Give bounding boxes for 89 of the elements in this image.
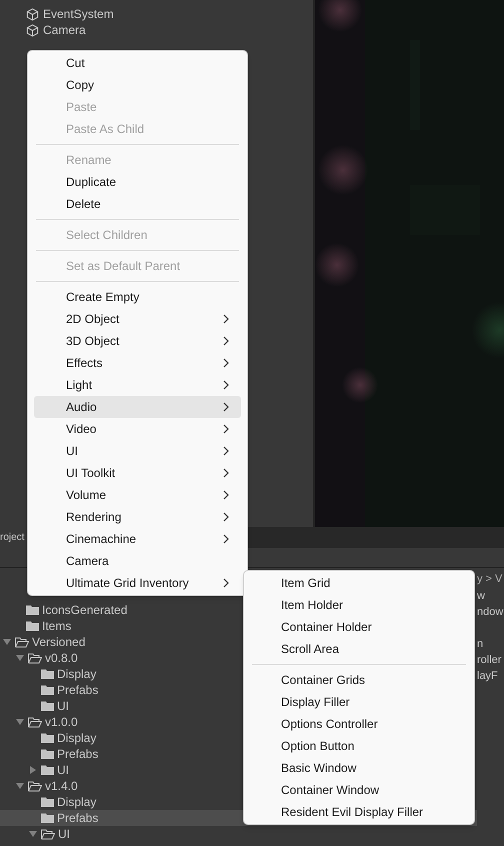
chevron-right-icon	[223, 424, 229, 434]
asset-label[interactable]: roller	[477, 652, 504, 668]
menu-item[interactable]: Cinemachine	[34, 528, 241, 550]
menu-item[interactable]: Ultimate Grid Inventory	[34, 572, 241, 594]
menu-item[interactable]: Light	[34, 374, 241, 396]
chevron-right-icon	[223, 380, 229, 390]
menu-item[interactable]: Delete	[34, 193, 241, 215]
hierarchy-row[interactable]: Camera	[0, 22, 313, 38]
folder-label: UI	[57, 698, 69, 715]
menu-item[interactable]: Container Window	[250, 779, 468, 801]
expanded-arrow-icon[interactable]	[16, 654, 24, 662]
expanded-arrow-icon[interactable]	[3, 638, 11, 646]
menu-item[interactable]: Cut	[34, 52, 241, 74]
breadcrumb: y > V	[477, 572, 504, 587]
chevron-right-icon	[223, 336, 229, 346]
folder-icon	[41, 669, 54, 679]
asset-label[interactable]: w	[477, 588, 504, 604]
object-label: EventSystem	[43, 6, 114, 23]
menu-item[interactable]: Camera	[34, 550, 241, 572]
open-folder-icon	[28, 652, 42, 664]
chevron-right-icon	[223, 512, 229, 522]
cube-icon	[26, 8, 39, 20]
chevron-right-icon	[223, 446, 229, 456]
folder-label: v1.0.0	[45, 714, 78, 731]
menu-item[interactable]: Copy	[34, 74, 241, 96]
menu-item[interactable]: Volume	[34, 484, 241, 506]
open-folder-icon	[28, 716, 42, 728]
menu-item[interactable]: Scroll Area	[250, 638, 468, 660]
expanded-arrow-icon[interactable]	[29, 830, 37, 838]
folder-icon	[41, 685, 54, 695]
cube-icon	[26, 24, 39, 36]
menu-item[interactable]: Rendering	[34, 506, 241, 528]
open-folder-icon	[15, 636, 29, 648]
folder-label: Prefabs	[57, 810, 98, 827]
menu-item[interactable]: Container Holder	[250, 616, 468, 638]
folder-label: UI	[57, 762, 69, 779]
folder-icon	[26, 621, 39, 631]
folder-icon	[41, 701, 54, 711]
folder-label: Prefabs	[57, 682, 98, 699]
chevron-right-icon	[223, 490, 229, 500]
chevron-right-icon	[223, 468, 229, 478]
menu-item[interactable]: Video	[34, 418, 241, 440]
folder-icon	[41, 797, 54, 807]
folder-icon	[41, 813, 54, 823]
menu-item[interactable]: Option Button	[250, 735, 468, 757]
menu-item[interactable]: Options Controller	[250, 713, 468, 735]
folder-label: Display	[57, 666, 96, 683]
hierarchy-row[interactable]: EventSystem	[0, 6, 313, 22]
folder-icon	[26, 605, 39, 615]
folder-icon	[41, 733, 54, 743]
asset-label[interactable]: ndow	[477, 604, 504, 620]
menu-item[interactable]: Item Holder	[250, 594, 468, 616]
menu-item[interactable]: Create Empty	[34, 286, 241, 308]
menu-item[interactable]: UI	[34, 440, 241, 462]
menu-item[interactable]: 2D Object	[34, 308, 241, 330]
folder-label: IconsGenerated	[42, 602, 128, 619]
expanded-arrow-icon[interactable]	[16, 718, 24, 726]
menu-item[interactable]: 3D Object	[34, 330, 241, 352]
folder-label: Display	[57, 794, 96, 811]
chevron-right-icon	[223, 402, 229, 412]
open-folder-icon	[41, 828, 55, 840]
menu-item[interactable]: Effects	[34, 352, 241, 374]
folder-label: v1.4.0	[45, 778, 78, 795]
folder-label: v0.8.0	[45, 650, 78, 667]
chevron-right-icon	[223, 578, 229, 588]
menu-item[interactable]: Duplicate	[34, 171, 241, 193]
menu-item[interactable]: Basic Window	[250, 757, 468, 779]
folder-label: Items	[42, 618, 72, 635]
chevron-right-icon	[223, 358, 229, 368]
menu-item[interactable]: Display Filler	[250, 691, 468, 713]
open-folder-icon	[28, 780, 42, 792]
chevron-right-icon	[223, 314, 229, 324]
chevron-right-icon	[223, 534, 229, 544]
asset-label[interactable]: layF	[477, 668, 504, 684]
folder-label: Versioned	[32, 634, 86, 651]
folder-icon	[41, 749, 54, 759]
folder-icon	[41, 765, 54, 775]
folder-label: UI	[58, 826, 70, 843]
asset-label[interactable]: n	[477, 636, 504, 652]
folder-label: Display	[57, 730, 96, 747]
menu-item[interactable]: Audio	[34, 396, 241, 418]
object-label: Camera	[43, 22, 86, 39]
collapsed-arrow-icon[interactable]	[29, 766, 37, 774]
folder-row[interactable]: UI	[0, 826, 477, 842]
menu-item[interactable]: Container Grids	[250, 669, 468, 691]
menu-item[interactable]: UI Toolkit	[34, 462, 241, 484]
folder-label: Prefabs	[57, 746, 98, 763]
expanded-arrow-icon[interactable]	[16, 782, 24, 790]
menu-item[interactable]: Item Grid	[250, 572, 468, 594]
